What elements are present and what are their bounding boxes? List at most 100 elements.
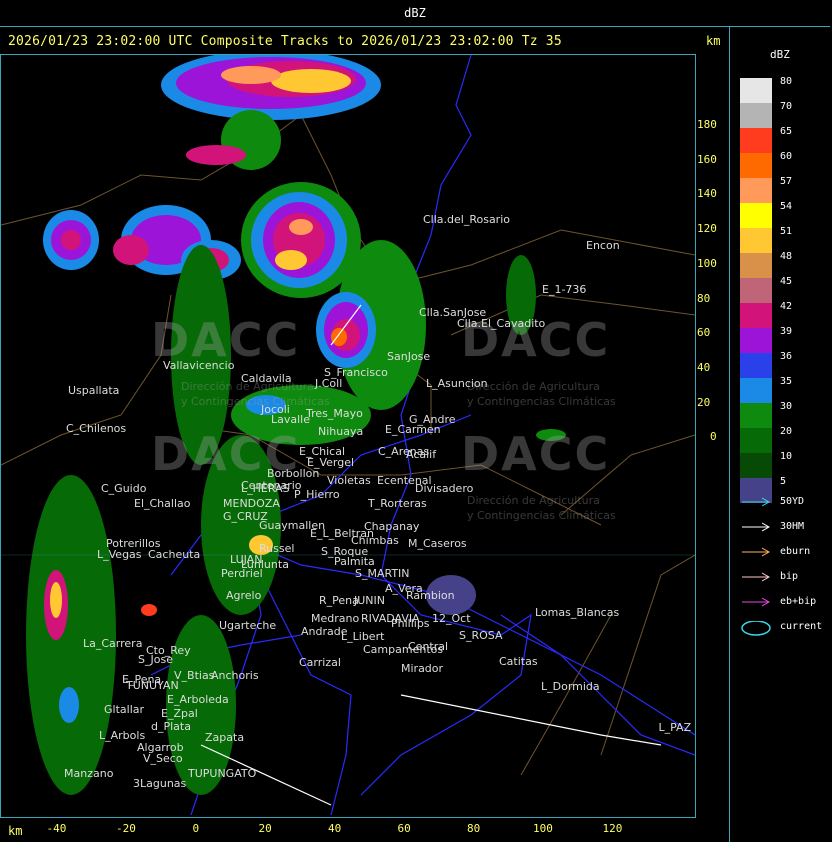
place-label: 3Lagunas bbox=[133, 777, 187, 790]
place-label: Phillips bbox=[391, 617, 430, 630]
track-legend-label: bip bbox=[780, 571, 799, 582]
place-label: R_Pena bbox=[319, 594, 359, 607]
radar-map[interactable]: DACC DACC DACC DACC Dirección de Agricul… bbox=[0, 54, 696, 818]
arrow-icon bbox=[742, 497, 771, 507]
place-label: TUNUYAN bbox=[126, 679, 179, 692]
y-tick-label: 40 bbox=[697, 360, 711, 374]
watermark-logo: DACC bbox=[461, 427, 611, 481]
place-label: L_PAZ bbox=[658, 721, 692, 734]
dbz-value-label: 35 bbox=[780, 376, 793, 387]
place-label: Perdriel bbox=[221, 567, 263, 580]
track-legend-item: current bbox=[740, 621, 832, 636]
dbz-value-label: 80 bbox=[780, 76, 793, 87]
place-label: V_Btias bbox=[174, 669, 215, 682]
track-legend-item: eb+bip bbox=[740, 596, 832, 610]
place-label: Clla.El_Cavadito bbox=[457, 317, 546, 330]
dbz-swatch bbox=[740, 453, 772, 478]
place-label: Zapata bbox=[205, 731, 245, 744]
place-label: Mirador bbox=[401, 662, 444, 675]
arrow-icon bbox=[742, 597, 771, 607]
place-label: P_Hierro bbox=[294, 488, 340, 501]
place-label: T_Rorteras bbox=[368, 497, 427, 510]
x-tick-label: -20 bbox=[116, 822, 136, 835]
place-label: Lomas_Blancas bbox=[535, 606, 620, 619]
place-label: TUPUNGATO bbox=[188, 767, 257, 780]
legend-title: dBZ bbox=[770, 48, 790, 61]
arrow-icon bbox=[742, 547, 771, 557]
place-label: E_Zpal bbox=[161, 707, 198, 720]
place-label: E_1-736 bbox=[542, 283, 587, 296]
watermark-line1: Dirección de Agricultura bbox=[467, 380, 600, 393]
place-label: Agrelo bbox=[226, 589, 262, 602]
dbz-value-label: 65 bbox=[780, 126, 793, 137]
track-legend-item: eburn bbox=[740, 546, 832, 560]
dbz-value-label: 39 bbox=[780, 326, 793, 337]
x-unit-label: km bbox=[8, 824, 23, 838]
place-label: Cacheuta bbox=[148, 548, 201, 561]
place-label: Nihuaya bbox=[318, 425, 364, 438]
dbz-swatch bbox=[740, 403, 772, 428]
x-tick-label: 80 bbox=[467, 822, 481, 835]
dbz-value-label: 36 bbox=[780, 351, 793, 362]
place-label: L_HERAS bbox=[241, 482, 290, 495]
dbz-swatch bbox=[740, 128, 772, 153]
watermark-line1: Dirección de Agricultura bbox=[467, 494, 600, 507]
place-label: Lavalle bbox=[271, 413, 310, 426]
place-label: L_Asuncion bbox=[426, 377, 488, 390]
place-label: MENDOZA bbox=[223, 497, 280, 510]
place-label: Caldavila bbox=[241, 372, 292, 385]
place-label: Gltallar bbox=[104, 703, 145, 716]
place-label: Manzano bbox=[64, 767, 114, 780]
y-tick-label: 20 bbox=[697, 395, 711, 409]
dbz-value-label: 20 bbox=[780, 426, 793, 437]
y-tick-label: 100 bbox=[697, 256, 717, 270]
dbz-value-label: 60 bbox=[780, 151, 793, 162]
place-label: La_Carrera bbox=[83, 637, 143, 650]
ellipse-icon bbox=[741, 621, 771, 636]
place-label: E_Arboleda bbox=[167, 693, 229, 706]
place-label: Rambion bbox=[406, 589, 455, 602]
x-tick-label: 20 bbox=[258, 822, 272, 835]
place-label: Ugarteche bbox=[219, 619, 277, 632]
dbz-swatch bbox=[740, 378, 772, 403]
composite-header: 2026/01/23 23:02:00 UTC Composite Tracks… bbox=[8, 34, 562, 49]
place-label: J.Coll bbox=[315, 377, 343, 390]
place-label: 12_Oct bbox=[432, 612, 471, 625]
dbz-swatch bbox=[740, 78, 772, 103]
y-tick-label: 0 bbox=[710, 430, 717, 444]
dbz-value-label: 51 bbox=[780, 226, 793, 237]
dbz-swatch bbox=[740, 353, 772, 378]
place-label: V_Seco bbox=[143, 752, 183, 765]
track-legend-item: 50YD bbox=[740, 496, 832, 510]
track-legend-label: 50YD bbox=[780, 496, 805, 507]
place-label: Violetas bbox=[327, 474, 371, 487]
place-label: L_Vegas bbox=[97, 548, 142, 561]
dbz-swatch bbox=[740, 203, 772, 228]
arrow-icon bbox=[742, 522, 771, 532]
place-label: El_Challao bbox=[134, 497, 191, 510]
dbz-value-label: 48 bbox=[780, 251, 793, 262]
dbz-value-label: 30 bbox=[780, 401, 793, 412]
place-label: JUNIN bbox=[354, 594, 385, 607]
dbz-value-label: 57 bbox=[780, 176, 793, 187]
dbz-swatch bbox=[740, 103, 772, 128]
x-tick-label: 0 bbox=[192, 822, 200, 835]
y-tick-label: 120 bbox=[697, 222, 717, 236]
y-tick-label: 60 bbox=[697, 326, 711, 340]
dbz-value-label: 42 bbox=[780, 301, 793, 312]
y-tick-label: 180 bbox=[697, 118, 717, 131]
y-tick-label: 140 bbox=[697, 187, 717, 201]
track-legend-label: current bbox=[780, 621, 823, 632]
place-label: Russel bbox=[259, 542, 295, 555]
dbz-swatch bbox=[740, 428, 772, 453]
dbz-value-label: 5 bbox=[780, 476, 787, 487]
place-label: d_Plata bbox=[151, 720, 191, 733]
legend-panel: dBZ 80 70 65 60 57 54 51 48 45 42 39 36 35 30 20 10 5 50… bbox=[730, 26, 832, 842]
watermark-line2: y Contingencias Climáticas bbox=[467, 509, 616, 522]
place-label: S_Jose bbox=[138, 653, 173, 666]
place-label: Clla.del_Rosario bbox=[423, 213, 510, 226]
place-label: Central bbox=[408, 640, 449, 653]
dbz-swatch bbox=[740, 178, 772, 203]
track-legend-label: eburn bbox=[780, 546, 811, 557]
place-label: Vallavicencio bbox=[163, 359, 235, 372]
